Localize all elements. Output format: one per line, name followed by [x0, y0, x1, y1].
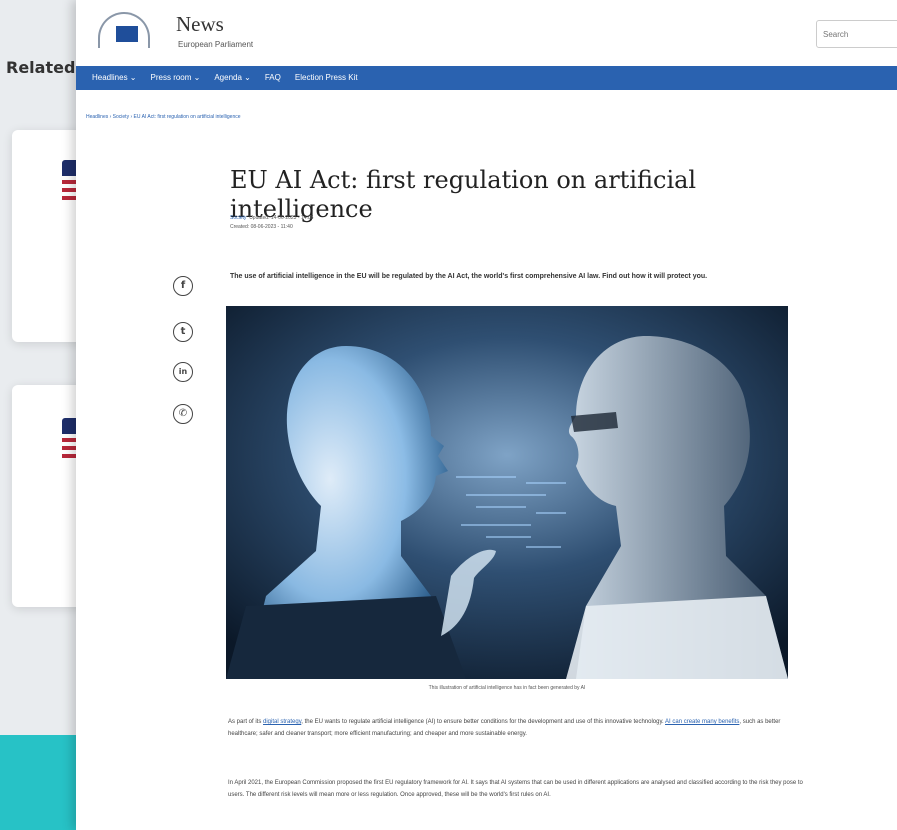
- paragraph-text: As part of its: [228, 719, 264, 725]
- nav-item-press-room[interactable]: Press room ⌄: [151, 66, 201, 90]
- nav-item-headlines[interactable]: Headlines ⌄: [92, 66, 137, 90]
- image-caption: This illustration of artificial intellig…: [428, 685, 586, 691]
- site-subtitle: European Parliament: [178, 40, 254, 49]
- facebook-icon[interactable]: f: [173, 276, 193, 296]
- article-lead: The use of artificial intelligence in th…: [230, 273, 708, 280]
- article-paragraph: As part of its digital strategy, the EU …: [228, 716, 803, 740]
- nav-item-agenda[interactable]: Agenda ⌄: [214, 66, 251, 90]
- article-meta: Society Updated: 14-06-2023 - 14:06 Crea…: [230, 214, 313, 232]
- paragraph-text: , the EU wants to regulate artificial in…: [301, 719, 666, 725]
- main-navigation: Headlines ⌄ Press room ⌄ Agenda ⌄ FAQ El…: [76, 66, 897, 90]
- category-link[interactable]: Society: [230, 215, 246, 221]
- twitter-icon[interactable]: t: [173, 322, 193, 342]
- article-hero-image: [226, 306, 788, 679]
- ai-benefits-link[interactable]: AI can create many benefits: [665, 719, 739, 725]
- linkedin-icon[interactable]: in: [173, 362, 193, 382]
- breadcrumb[interactable]: Headlines › Society › EU AI Act: first r…: [86, 114, 241, 120]
- article-paragraph: In April 2021, the European Commission p…: [228, 780, 803, 798]
- created-date: Created: 08-06-2023 - 11:40: [230, 224, 293, 230]
- nav-item-election-press-kit[interactable]: Election Press Kit: [295, 66, 358, 90]
- search-input[interactable]: [816, 20, 897, 48]
- whatsapp-icon[interactable]: ✆: [173, 404, 193, 424]
- news-page: News European Parliament Headlines ⌄ Pre…: [76, 0, 897, 830]
- site-header: News European Parliament: [76, 0, 897, 66]
- site-title[interactable]: News: [176, 12, 224, 37]
- updated-date: Updated: 14-06-2023 - 14:06: [249, 215, 314, 221]
- european-parliament-logo[interactable]: [98, 12, 150, 50]
- related-heading: Related: [6, 58, 76, 77]
- digital-strategy-link[interactable]: digital strategy: [263, 719, 301, 725]
- nav-item-faq[interactable]: FAQ: [265, 66, 281, 90]
